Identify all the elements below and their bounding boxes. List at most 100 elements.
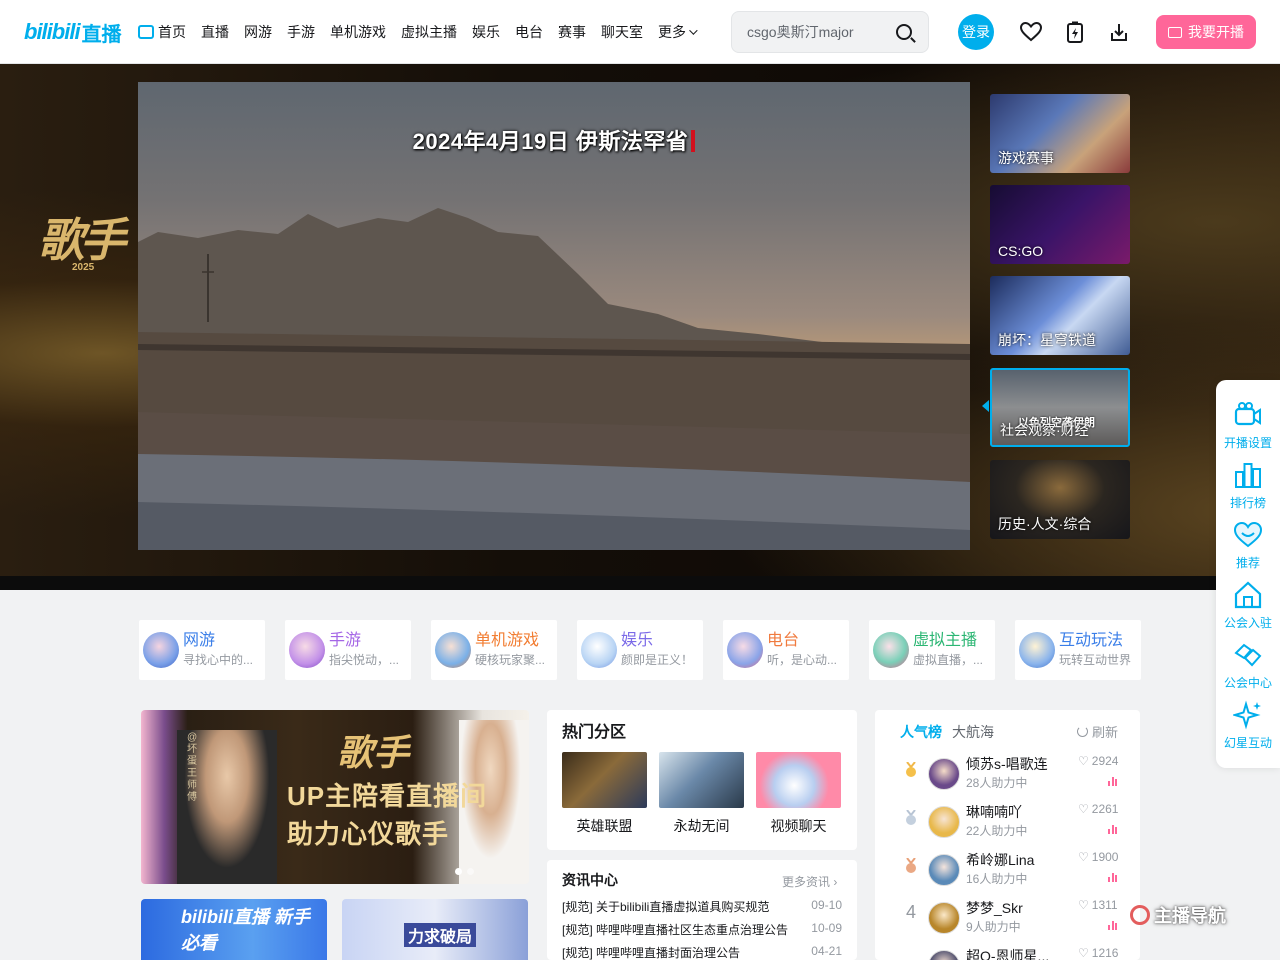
popularity-score: ♡ 1900 [1078,850,1118,864]
active-thumb-arrow [982,400,989,412]
category-single-player[interactable]: 单机游戏 硬核玩家聚... [431,620,557,680]
nav-vtuber[interactable]: 虚拟主播 [401,22,457,42]
ranking-row[interactable]: 超Q-恩师星... ♡ 1216 [900,946,1122,960]
tool-recommend[interactable]: 推荐 [1216,518,1280,578]
nav-label: 娱乐 [472,24,500,40]
ranking-row[interactable]: 4 梦梦_Skr 9人助力中 ♡ 1311 [900,898,1122,946]
category-desc: 指尖悦动，... [329,653,400,667]
category-radio[interactable]: 电台 听，是心动... [723,620,849,680]
nav-label: 网游 [244,24,272,40]
battery-charge-icon[interactable] [1063,20,1087,44]
nav-label: 直播 [201,24,229,40]
thumb-csgo[interactable]: CS:GO [990,185,1130,264]
category-entertainment[interactable]: 娱乐 颜即是正义！ [577,620,703,680]
category-mobile-games[interactable]: 手游 指尖悦动，... [285,620,411,680]
caption-text: 2024年4月19日 伊斯法罕省 [412,129,689,154]
ranking-row[interactable]: 希岭娜Lina 16人助力中 ♡ 1900 [900,850,1122,898]
tool-ranking[interactable]: 排行榜 [1216,458,1280,518]
popularity-score: ♡ 2924 [1078,754,1118,768]
refresh-label: 刷新 [1092,725,1119,740]
thumb-label: 游戏赛事 [998,150,1054,166]
news-item[interactable]: [规范] 关于bilibili直播虚拟道具购买规范 09-10 [562,898,842,915]
nav-radio[interactable]: 电台 [515,22,543,42]
tab-navigation[interactable]: 大航海 [952,722,994,742]
promo-banner[interactable]: @坏蛋王师傅 歌手 UP主陪看直播间 助力心仪歌手 [141,710,529,884]
thumb-star-rail[interactable]: 崩坏：星穹铁道 [990,276,1130,355]
banner-break-through[interactable]: 力求破局 [342,899,528,960]
refresh-button[interactable]: 刷新 [1077,722,1118,741]
search-icon[interactable] [896,24,912,40]
login-button[interactable]: 登录 [958,14,994,50]
live-bars-icon [1108,824,1119,834]
tab-popularity[interactable]: 人气榜 [900,722,942,742]
live-video-player[interactable]: 2024年4月19日 伊斯法罕省 [138,82,970,550]
nav-label: 单机游戏 [330,24,386,40]
watermark: 主播导航 [1130,902,1226,928]
tool-star-interact[interactable]: 幻星互动 [1216,698,1280,758]
news-date: 10-09 [811,921,842,935]
thumb-social-finance[interactable]: 以色列空袭伊朗 社会观察·财经 [990,368,1130,447]
category-desc: 颜即是正义！ [621,653,694,667]
zone-image [659,752,744,808]
category-interactive[interactable]: 互动玩法 玩转互动世界 [1015,620,1141,680]
nav-online-games[interactable]: 网游 [244,22,272,42]
nav-single-player[interactable]: 单机游戏 [330,22,386,42]
tool-label: 公会中心 [1223,676,1272,690]
main-nav: 首页 直播 网游 手游 单机游戏 虚拟主播 娱乐 电台 赛事 聊天室 更多 [138,0,710,64]
nav-entertainment[interactable]: 娱乐 [472,22,500,42]
news-more-link[interactable]: 更多资讯 › [782,873,837,890]
nav-esports[interactable]: 赛事 [558,22,586,42]
streamer-name: 希岭娜Lina [966,852,1035,868]
tool-live-settings[interactable]: 开播设置 [1216,398,1280,458]
carousel-dot[interactable] [467,868,474,875]
thumb-game-events[interactable]: 游戏赛事 [990,94,1130,173]
room-thumbnails: 游戏赛事 CS:GO 崩坏：星穹铁道 以色列空袭伊朗 社会观察·财经 历史·人文… [978,82,1140,542]
nav-label: 聊天室 [601,24,643,40]
nav-home[interactable]: 首页 [138,22,186,42]
category-online-games[interactable]: 网游 寻找心中的... [139,620,265,680]
search-input[interactable] [732,24,882,40]
chevron-down-icon [689,26,698,35]
popularity-score: ♡ 1311 [1078,898,1118,912]
download-icon[interactable] [1107,20,1131,44]
nav-chatroom[interactable]: 聊天室 [601,22,643,42]
streamer-name: 梦梦_Skr [966,900,1023,916]
thumb-history[interactable]: 历史·人文·综合 [990,460,1130,539]
streamer-name: 超Q-恩师星... [966,948,1050,960]
news-panel: 资讯中心 更多资讯 › [规范] 关于bilibili直播虚拟道具购买规范 09-… [547,860,857,960]
news-item[interactable]: [规范] 哔哩哔哩直播封面治理公告 04-21 [562,944,842,960]
zone-image [756,752,841,808]
category-desc: 玩转互动世界 [1059,653,1132,667]
nav-mobile-games[interactable]: 手游 [287,22,315,42]
camera-icon [1168,26,1182,38]
news-item[interactable]: [规范] 哔哩哔哩直播社区生态重点治理公告 10-09 [562,921,842,938]
heart-icon [1233,521,1263,548]
favorites-heart-icon[interactable] [1019,20,1043,44]
nav-more[interactable]: 更多 [658,22,698,42]
score-value: 2924 [1091,754,1119,768]
tool-guild-join[interactable]: 公会入驻 [1216,578,1280,638]
bilibili-live-logo[interactable]: bilibili 直播 [24,18,126,46]
nav-live[interactable]: 直播 [201,22,229,42]
category-desc: 寻找心中的... [183,653,254,667]
ranking-row[interactable]: 倾苏s-唱歌连 28人助力中 ♡ 2924 [900,754,1122,802]
tool-guild-center[interactable]: 公会中心 [1216,638,1280,698]
zone-league-of-legends[interactable]: 英雄联盟 [562,752,647,836]
start-live-button[interactable]: 我要开播 [1156,15,1256,49]
category-name: 虚拟主播 [913,632,978,649]
zone-naraka[interactable]: 永劫无间 [659,752,744,836]
right-floating-toolbar: 开播设置 排行榜 推荐 公会入驻 公会中心 幻星互动 [1216,380,1280,768]
streamer-name: 倾苏s-唱歌连 [966,756,1048,772]
news-text: [规范] 关于bilibili直播虚拟道具购买规范 [562,900,770,914]
tool-label: 排行榜 [1229,496,1266,510]
category-name: 单机游戏 [475,632,540,649]
banner-newbie-guide[interactable]: bilibili直播 新手必看 [141,899,327,960]
singer-show-logo[interactable]: 歌手 2025 [38,204,138,284]
carousel-dot[interactable] [455,868,462,875]
zone-video-chat[interactable]: 视频聊天 [756,752,841,836]
streamer-avatar [928,902,960,934]
news-date: 04-21 [811,944,842,958]
category-vtuber[interactable]: 虚拟主播 虚拟直播，... [869,620,995,680]
ranking-row[interactable]: 琳喃喃吖 22人助力中 ♡ 2261 [900,802,1122,850]
category-avatar [581,632,617,668]
